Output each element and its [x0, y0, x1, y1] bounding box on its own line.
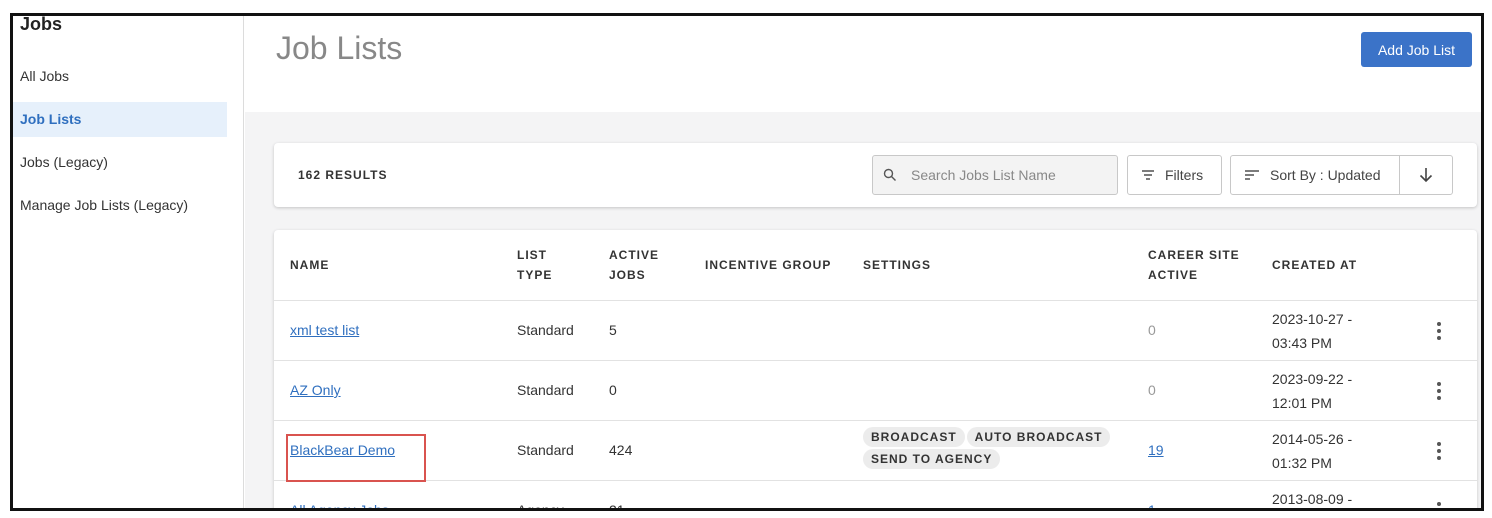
- created-time: 12:01 PM: [1272, 395, 1332, 411]
- column-header-list-type-line2: TYPE: [517, 268, 553, 282]
- created-time: 01:32 PM: [1272, 455, 1332, 471]
- sidebar-item-jobs-legacy[interactable]: Jobs (Legacy): [13, 145, 227, 180]
- sort-icon: [1245, 170, 1259, 180]
- sort-direction-button[interactable]: [1399, 155, 1453, 195]
- sidebar-item-job-lists[interactable]: Job Lists: [13, 102, 227, 137]
- table-row: AZ Only Standard 0 0 2023-09-22 - 12:01 …: [274, 361, 1477, 421]
- career-site-active-cell: 0: [1148, 322, 1156, 338]
- results-toolbar: 162 RESULTS Filters: [274, 143, 1477, 207]
- job-list-name-cell: BlackBear Demo: [286, 434, 426, 482]
- row-menu-icon[interactable]: [1432, 320, 1446, 344]
- column-header-career-site-active[interactable]: CAREER SITE ACTIVE: [1148, 245, 1240, 285]
- job-list-name-link[interactable]: All Agency Jobs: [290, 502, 389, 508]
- created-date: 2023-09-22 -: [1272, 371, 1353, 387]
- filter-icon: [1142, 170, 1154, 180]
- career-site-active-link[interactable]: 19: [1148, 442, 1164, 458]
- settings-cell: BROADCAST AUTO BROADCAST SEND TO AGENCY: [863, 427, 1123, 471]
- filters-button[interactable]: Filters: [1127, 155, 1222, 195]
- career-site-active-link[interactable]: 1: [1148, 502, 1156, 508]
- career-site-active-cell: 0: [1148, 382, 1156, 398]
- table-row: All Agency Jobs Agency 21 1 2013-08-09 -: [274, 481, 1477, 511]
- page-title: Job Lists: [276, 30, 403, 66]
- active-jobs-cell: 0: [609, 382, 617, 398]
- list-type-cell: Standard: [517, 442, 574, 458]
- add-job-list-button[interactable]: Add Job List: [1361, 32, 1472, 67]
- job-list-name-link[interactable]: xml test list: [290, 322, 359, 338]
- created-at-cell: 2013-08-09 -: [1272, 487, 1353, 508]
- created-date: 2023-10-27 -: [1272, 311, 1353, 327]
- search-box[interactable]: [872, 155, 1118, 195]
- column-header-list-type[interactable]: LIST TYPE: [517, 245, 552, 285]
- search-icon: [883, 168, 896, 181]
- column-header-active-jobs-line2: JOBS: [609, 268, 646, 282]
- settings-badge: AUTO BROADCAST: [966, 427, 1111, 447]
- main-content: Job Lists Add Job List 162 RESULTS Filte…: [245, 16, 1481, 508]
- sidebar-title: Jobs: [20, 14, 63, 34]
- job-list-name-link[interactable]: AZ Only: [290, 382, 341, 398]
- list-type-cell: Standard: [517, 382, 574, 398]
- settings-badge: SEND TO AGENCY: [863, 449, 1001, 469]
- highlight-box: [286, 434, 426, 482]
- active-jobs-cell: 21: [609, 502, 625, 511]
- created-at-cell: 2023-10-27 - 03:43 PM: [1272, 307, 1352, 355]
- arrow-down-icon: [1419, 168, 1433, 183]
- row-menu-icon[interactable]: [1432, 440, 1446, 464]
- column-header-active-jobs-line1: ACTIVE: [609, 248, 660, 262]
- list-type-cell: Agency: [517, 502, 564, 511]
- sidebar: Jobs All Jobs Job Lists Jobs (Legacy) Ma…: [13, 16, 244, 508]
- created-date: 2014-05-26 -: [1272, 431, 1353, 447]
- active-jobs-cell: 424: [609, 442, 633, 458]
- sort-button[interactable]: Sort By : Updated: [1230, 155, 1400, 195]
- sidebar-item-manage-job-lists-legacy[interactable]: Manage Job Lists (Legacy): [13, 188, 227, 223]
- results-count: 162 RESULTS: [298, 168, 388, 182]
- created-date: 2013-08-09 -: [1272, 491, 1353, 507]
- page-header: Job Lists Add Job List: [245, 16, 1481, 112]
- app-window: Jobs All Jobs Job Lists Jobs (Legacy) Ma…: [10, 13, 1484, 511]
- search-input[interactable]: [911, 156, 1111, 194]
- settings-badge: BROADCAST: [863, 427, 965, 447]
- column-header-career-site-line2: ACTIVE: [1148, 268, 1199, 282]
- sidebar-item-all-jobs[interactable]: All Jobs: [13, 59, 227, 94]
- filters-label: Filters: [1165, 167, 1204, 183]
- column-header-settings[interactable]: SETTINGS: [863, 255, 931, 275]
- job-lists-table: NAME LIST TYPE ACTIVE JOBS INCENTIVE GRO…: [274, 230, 1477, 511]
- column-header-name[interactable]: NAME: [290, 255, 329, 275]
- column-header-career-site-line1: CAREER SITE: [1148, 248, 1240, 262]
- created-time: 03:43 PM: [1272, 335, 1332, 351]
- table-header-row: NAME LIST TYPE ACTIVE JOBS INCENTIVE GRO…: [274, 230, 1477, 301]
- created-at-cell: 2014-05-26 - 01:32 PM: [1272, 427, 1352, 475]
- column-header-incentive-group[interactable]: INCENTIVE GROUP: [705, 255, 831, 275]
- created-at-cell: 2023-09-22 - 12:01 PM: [1272, 367, 1352, 415]
- table-row: xml test list Standard 5 0 2023-10-27 - …: [274, 301, 1477, 361]
- table-row: BlackBear Demo Standard 424 BROADCAST AUT…: [274, 421, 1477, 482]
- list-type-cell: Standard: [517, 322, 574, 338]
- row-menu-icon[interactable]: [1432, 380, 1446, 404]
- column-header-list-type-line1: LIST: [517, 248, 547, 262]
- row-menu-icon[interactable]: [1432, 500, 1446, 508]
- active-jobs-cell: 5: [609, 322, 617, 338]
- column-header-created-at[interactable]: CREATED AT: [1272, 255, 1357, 275]
- column-header-active-jobs[interactable]: ACTIVE JOBS: [609, 245, 659, 285]
- sort-label: Sort By : Updated: [1270, 167, 1381, 183]
